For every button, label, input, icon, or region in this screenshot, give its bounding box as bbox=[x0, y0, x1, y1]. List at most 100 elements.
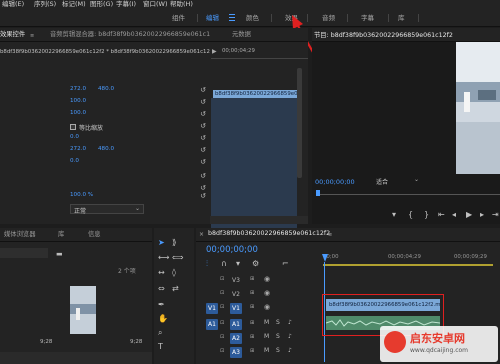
workspace-libraries[interactable]: 库 bbox=[398, 12, 405, 24]
workspace-editing[interactable]: 编辑 bbox=[206, 12, 219, 24]
type-tool-icon[interactable]: T bbox=[158, 342, 163, 352]
position-x-value[interactable]: 272.0 bbox=[70, 86, 86, 92]
sync-lock-icon[interactable]: ⊞ bbox=[250, 276, 254, 282]
reset-icon[interactable]: ↺ bbox=[199, 158, 207, 166]
menu-window[interactable]: 窗口(W) bbox=[143, 0, 168, 9]
slide-tool-icon[interactable]: ⇄ bbox=[172, 284, 179, 294]
lock-icon[interactable]: ⊡ bbox=[220, 348, 224, 354]
wrench-icon[interactable]: ⚙ bbox=[252, 259, 259, 269]
tab-menu-icon[interactable]: ≡ bbox=[30, 33, 34, 39]
pen-tool-icon[interactable]: ✒ bbox=[158, 300, 165, 310]
program-scrubber[interactable] bbox=[316, 194, 500, 195]
rate-stretch-icon[interactable]: ↔ bbox=[158, 268, 165, 278]
mic-icon[interactable]: ♪ bbox=[288, 347, 292, 354]
sync-lock-icon[interactable]: ⊞ bbox=[250, 290, 254, 296]
marker-icon[interactable]: ▾ bbox=[392, 210, 396, 220]
antiflicker-value[interactable]: 0.0 bbox=[70, 158, 79, 164]
workspace-captions[interactable]: 字幕 bbox=[361, 12, 374, 24]
lock-icon[interactable]: ⊡ bbox=[220, 334, 224, 340]
zoom-tool-icon[interactable]: ⌕ bbox=[158, 328, 162, 338]
solo-button[interactable]: S bbox=[276, 333, 280, 340]
tab-media-browser[interactable]: 媒体浏览器 bbox=[4, 228, 35, 242]
rolling-edit-icon[interactable]: ⟺ bbox=[172, 253, 183, 263]
source-patch-a1[interactable]: A1 bbox=[206, 319, 218, 330]
go-to-in-icon[interactable]: ⇤ bbox=[438, 210, 445, 220]
scale-width-value[interactable]: 100.0 bbox=[70, 110, 86, 116]
mute-button[interactable]: M bbox=[264, 319, 269, 326]
menu-marker[interactable]: 标记(M) bbox=[62, 0, 86, 9]
tab-audio-clip-mixer[interactable]: 音频剪辑混合器: b8df38f9b03620022966859e061c12f… bbox=[50, 28, 210, 42]
source-patch-v1[interactable]: V1 bbox=[206, 303, 218, 314]
menu-help[interactable]: 帮助(H) bbox=[170, 0, 193, 9]
track-label-v3[interactable]: V3 bbox=[230, 275, 242, 286]
mic-icon[interactable]: ♪ bbox=[288, 333, 292, 340]
step-forward-icon[interactable]: ▸ bbox=[480, 210, 484, 220]
add-marker-icon[interactable]: ▾ bbox=[236, 259, 240, 269]
reset-icon[interactable]: ↺ bbox=[199, 86, 207, 94]
play-icon[interactable]: ▶ bbox=[466, 210, 472, 220]
tab-libraries[interactable]: 库 bbox=[58, 228, 64, 242]
reset-icon[interactable]: ↺ bbox=[199, 192, 207, 200]
reset-icon[interactable]: ↺ bbox=[199, 172, 207, 180]
track-label-a1[interactable]: A1 bbox=[230, 319, 242, 330]
timeline-menu-icon[interactable]: ≡ bbox=[328, 232, 332, 238]
rotation-value[interactable]: 0.0 bbox=[70, 134, 79, 140]
track-label-v2[interactable]: V2 bbox=[230, 289, 242, 300]
sync-lock-icon[interactable]: ⊞ bbox=[250, 320, 254, 326]
step-back-icon[interactable]: ◂ bbox=[452, 210, 456, 220]
ripple-edit-icon[interactable]: ⟷ bbox=[158, 253, 169, 263]
linked-selection-icon[interactable]: ∩ bbox=[221, 259, 227, 269]
project-search-input[interactable] bbox=[0, 248, 48, 258]
track-label-a2[interactable]: A2 bbox=[230, 333, 242, 344]
track-label-v1[interactable]: V1 bbox=[230, 303, 242, 314]
settings-icon[interactable]: ⌐ bbox=[282, 259, 289, 269]
opacity-value[interactable]: 100.0 % bbox=[70, 192, 93, 198]
new-bin-icon[interactable]: ▬ bbox=[56, 250, 63, 258]
program-playhead[interactable] bbox=[316, 190, 320, 196]
menu-edit[interactable]: 编辑(E) bbox=[2, 0, 24, 9]
reset-icon[interactable]: ↺ bbox=[199, 184, 207, 192]
solo-button[interactable]: S bbox=[276, 347, 280, 354]
sync-lock-icon[interactable]: ⊞ bbox=[250, 348, 254, 354]
mic-icon[interactable]: ♪ bbox=[288, 319, 292, 326]
position-y-value[interactable]: 480.0 bbox=[98, 86, 114, 92]
mark-out-icon[interactable]: } bbox=[424, 210, 429, 220]
reset-icon[interactable]: ↺ bbox=[199, 110, 207, 118]
workspace-menu-icon[interactable] bbox=[229, 14, 235, 21]
blend-mode-select[interactable]: 正常 ⌄ bbox=[70, 204, 144, 215]
lock-icon[interactable]: ⊡ bbox=[220, 320, 224, 326]
menu-graphics[interactable]: 图形(G) bbox=[90, 0, 113, 9]
razor-icon[interactable]: ◊ bbox=[172, 268, 176, 278]
workspace-color[interactable]: 颜色 bbox=[246, 12, 259, 24]
sync-lock-icon[interactable]: ⊞ bbox=[250, 334, 254, 340]
scale-value[interactable]: 100.0 bbox=[70, 98, 86, 104]
track-label-a3[interactable]: A3 bbox=[230, 347, 242, 358]
reset-icon[interactable]: ↺ bbox=[199, 98, 207, 106]
workspace-assembly[interactable]: 组件 bbox=[172, 12, 185, 24]
reset-icon[interactable]: ↺ bbox=[199, 146, 207, 154]
solo-button[interactable]: S bbox=[276, 319, 280, 326]
snap-icon[interactable]: ⫶ bbox=[206, 259, 208, 269]
timeline-title[interactable]: b8df38f9b03620022966859e061c12f2 bbox=[208, 230, 330, 237]
eye-icon[interactable]: ◉ bbox=[264, 275, 270, 283]
close-icon[interactable]: × bbox=[199, 231, 204, 238]
anchor-y-value[interactable]: 480.0 bbox=[98, 146, 114, 152]
reset-icon[interactable]: ↺ bbox=[199, 134, 207, 142]
clip-thumbnail[interactable] bbox=[70, 286, 96, 334]
clip-selector[interactable]: b8df38f9b03620022966859e061c12f2 * b8df3… bbox=[0, 49, 210, 59]
tab-effect-controls[interactable]: 效果控件 bbox=[0, 28, 25, 42]
tab-metadata[interactable]: 元数据 bbox=[232, 28, 251, 42]
program-title[interactable]: 节目: b8df38f9b03620022966859e061c12f2 bbox=[314, 30, 453, 39]
work-area-bar[interactable] bbox=[323, 264, 493, 266]
eye-icon[interactable]: ◉ bbox=[264, 303, 270, 311]
menu-captions[interactable]: 字幕(I) bbox=[116, 0, 136, 9]
timeline-timecode[interactable]: 00;00;00;00 bbox=[206, 245, 258, 255]
ec-scrollbar[interactable] bbox=[297, 68, 302, 178]
hand-tool-icon[interactable]: ✋ bbox=[158, 314, 168, 324]
sync-lock-icon[interactable]: ⊞ bbox=[250, 304, 254, 310]
tab-info[interactable]: 信息 bbox=[88, 228, 101, 242]
selection-tool-icon[interactable]: ➤ bbox=[158, 238, 165, 248]
slip-tool-icon[interactable]: ⇔ bbox=[158, 284, 165, 294]
lock-icon[interactable]: ⊡ bbox=[220, 290, 224, 296]
menu-sequence[interactable]: 序列(S) bbox=[34, 0, 56, 9]
